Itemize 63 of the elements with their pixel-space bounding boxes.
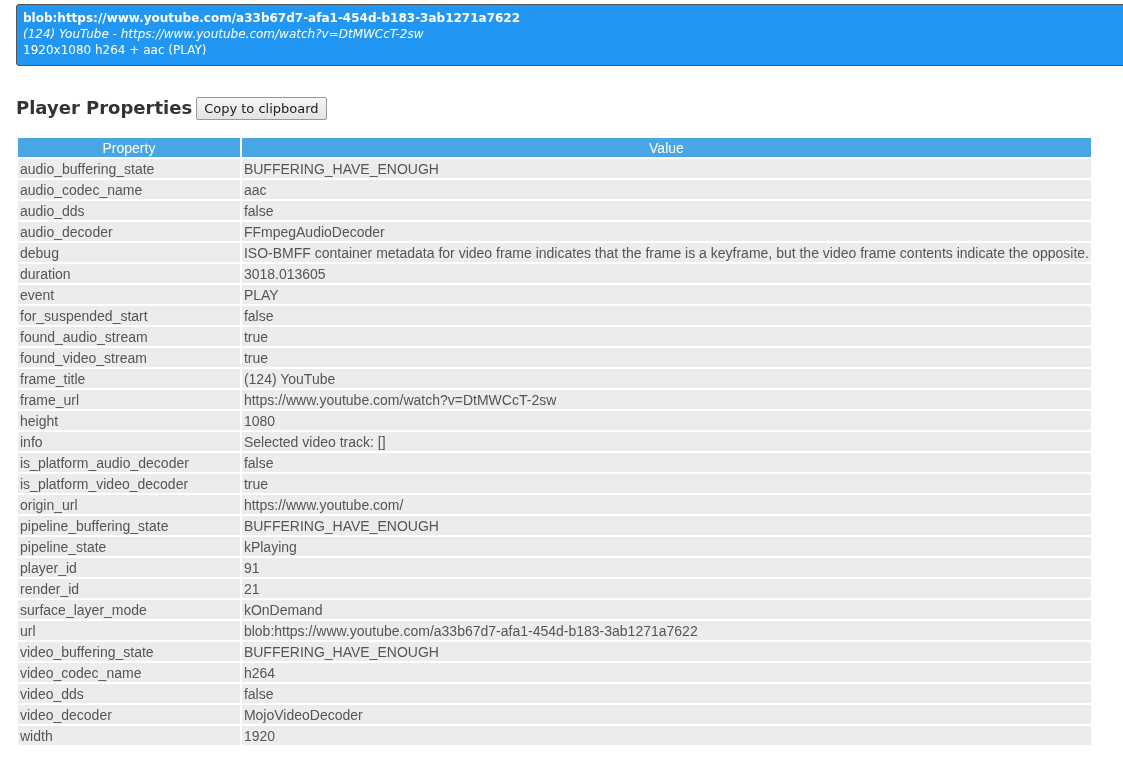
value-cell: BUFFERING_HAVE_ENOUGH — [241, 516, 1091, 535]
property-cell: audio_dds — [18, 201, 240, 220]
value-cell: kPlaying — [241, 537, 1091, 556]
value-cell: (124) YouTube — [241, 369, 1091, 388]
value-cell: true — [241, 327, 1091, 346]
property-cell: info — [18, 432, 240, 451]
property-cell: video_buffering_state — [18, 642, 240, 661]
property-cell: pipeline_buffering_state — [18, 516, 240, 535]
value-cell: BUFFERING_HAVE_ENOUGH — [241, 642, 1091, 661]
section-title: Player Properties — [16, 97, 193, 118]
value-cell: 1080 — [241, 411, 1091, 430]
value-cell: 1920 — [241, 726, 1091, 745]
property-cell: found_video_stream — [18, 348, 240, 367]
property-cell: player_id — [18, 558, 240, 577]
property-cell: surface_layer_mode — [18, 600, 240, 619]
value-cell: true — [241, 348, 1091, 367]
value-cell: kOnDemand — [241, 600, 1091, 619]
column-header: Value — [241, 138, 1091, 157]
value-cell: false — [241, 684, 1091, 703]
value-cell: 91 — [241, 558, 1091, 577]
value-cell: FFmpegAudioDecoder — [241, 222, 1091, 241]
value-cell: false — [241, 453, 1091, 472]
property-cell: for_suspended_start — [18, 306, 240, 325]
value-cell: false — [241, 201, 1091, 220]
property-cell: found_audio_stream — [18, 327, 240, 346]
property-cell: height — [18, 411, 240, 430]
property-cell: pipeline_state — [18, 537, 240, 556]
value-cell: BUFFERING_HAVE_ENOUGH — [241, 159, 1091, 178]
property-cell: url — [18, 621, 240, 640]
property-cell: event — [18, 285, 240, 304]
column-header: Property — [18, 138, 240, 157]
value-cell: true — [241, 474, 1091, 493]
property-cell: debug — [18, 243, 240, 262]
property-cell: origin_url — [18, 495, 240, 514]
property-cell: render_id — [18, 579, 240, 598]
value-cell: h264 — [241, 663, 1091, 682]
value-cell: ISO-BMFF container metadata for video frame indicates that the frame is a keyframe, but the video frame contents indicate the opposite. — [241, 243, 1091, 262]
value-cell: false — [241, 306, 1091, 325]
property-cell: frame_url — [18, 390, 240, 409]
value-cell: aac — [241, 180, 1091, 199]
property-cell: duration — [18, 264, 240, 283]
property-cell: frame_title — [18, 369, 240, 388]
property-cell: video_dds — [18, 684, 240, 703]
property-cell: width — [18, 726, 240, 745]
value-cell: 3018.013605 — [241, 264, 1091, 283]
property-cell: video_codec_name — [18, 663, 240, 682]
value-cell: 21 — [241, 579, 1091, 598]
player-title: (124) YouTube - https://www.youtube.com/watch?v=DtMWCcT-2sw — [23, 26, 424, 42]
value-cell: MojoVideoDecoder — [241, 705, 1091, 724]
value-cell: https://www.youtube.com/ — [241, 495, 1091, 514]
player-summary: 1920x1080 h264 + aac (PLAY) — [23, 42, 207, 58]
property-cell: audio_buffering_state — [18, 159, 240, 178]
property-cell: is_platform_audio_decoder — [18, 453, 240, 472]
property-cell: audio_decoder — [18, 222, 240, 241]
property-cell: is_platform_video_decoder — [18, 474, 240, 493]
property-cell: video_decoder — [18, 705, 240, 724]
property-cell: audio_codec_name — [18, 180, 240, 199]
value-cell: blob:https://www.youtube.com/a33b67d7-afa1-454d-b183-3ab1271a7622 — [241, 621, 1091, 640]
value-cell: PLAY — [241, 285, 1091, 304]
value-cell: Selected video track: [] — [241, 432, 1091, 451]
value-cell: https://www.youtube.com/watch?v=DtMWCcT-2sw — [241, 390, 1091, 409]
player-url: blob:https://www.youtube.com/a33b67d7-afa1-454d-b183-3ab1271a7622 — [23, 10, 521, 26]
copy-button[interactable]: Copy to clipboard — [196, 97, 327, 120]
